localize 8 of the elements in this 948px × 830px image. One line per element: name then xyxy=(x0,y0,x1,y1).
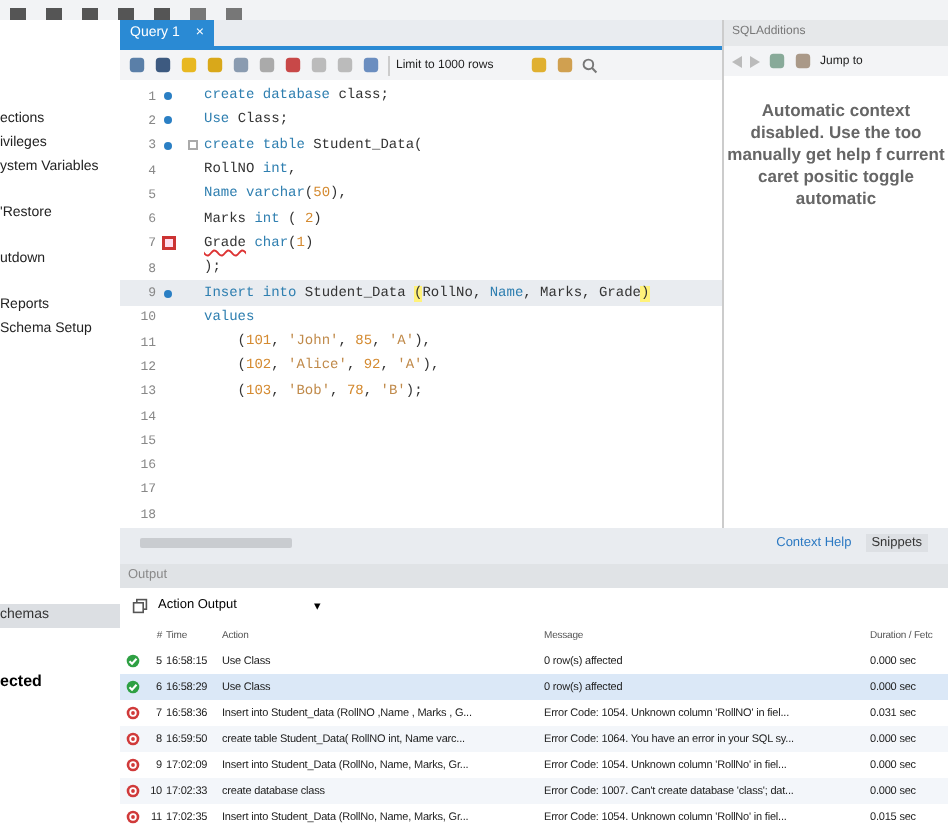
fold-icon[interactable] xyxy=(187,140,197,151)
context-help-message: Automatic context disabled. Use the too manually get help f current caret positic toggle automatic xyxy=(725,98,947,210)
copy-icon[interactable] xyxy=(132,597,148,614)
horizontal-scrollbar[interactable] xyxy=(140,537,292,548)
forward-icon[interactable] xyxy=(750,55,760,67)
status-text: ected xyxy=(0,670,44,694)
search-icon[interactable] xyxy=(582,57,598,73)
back-icon[interactable] xyxy=(732,55,742,67)
